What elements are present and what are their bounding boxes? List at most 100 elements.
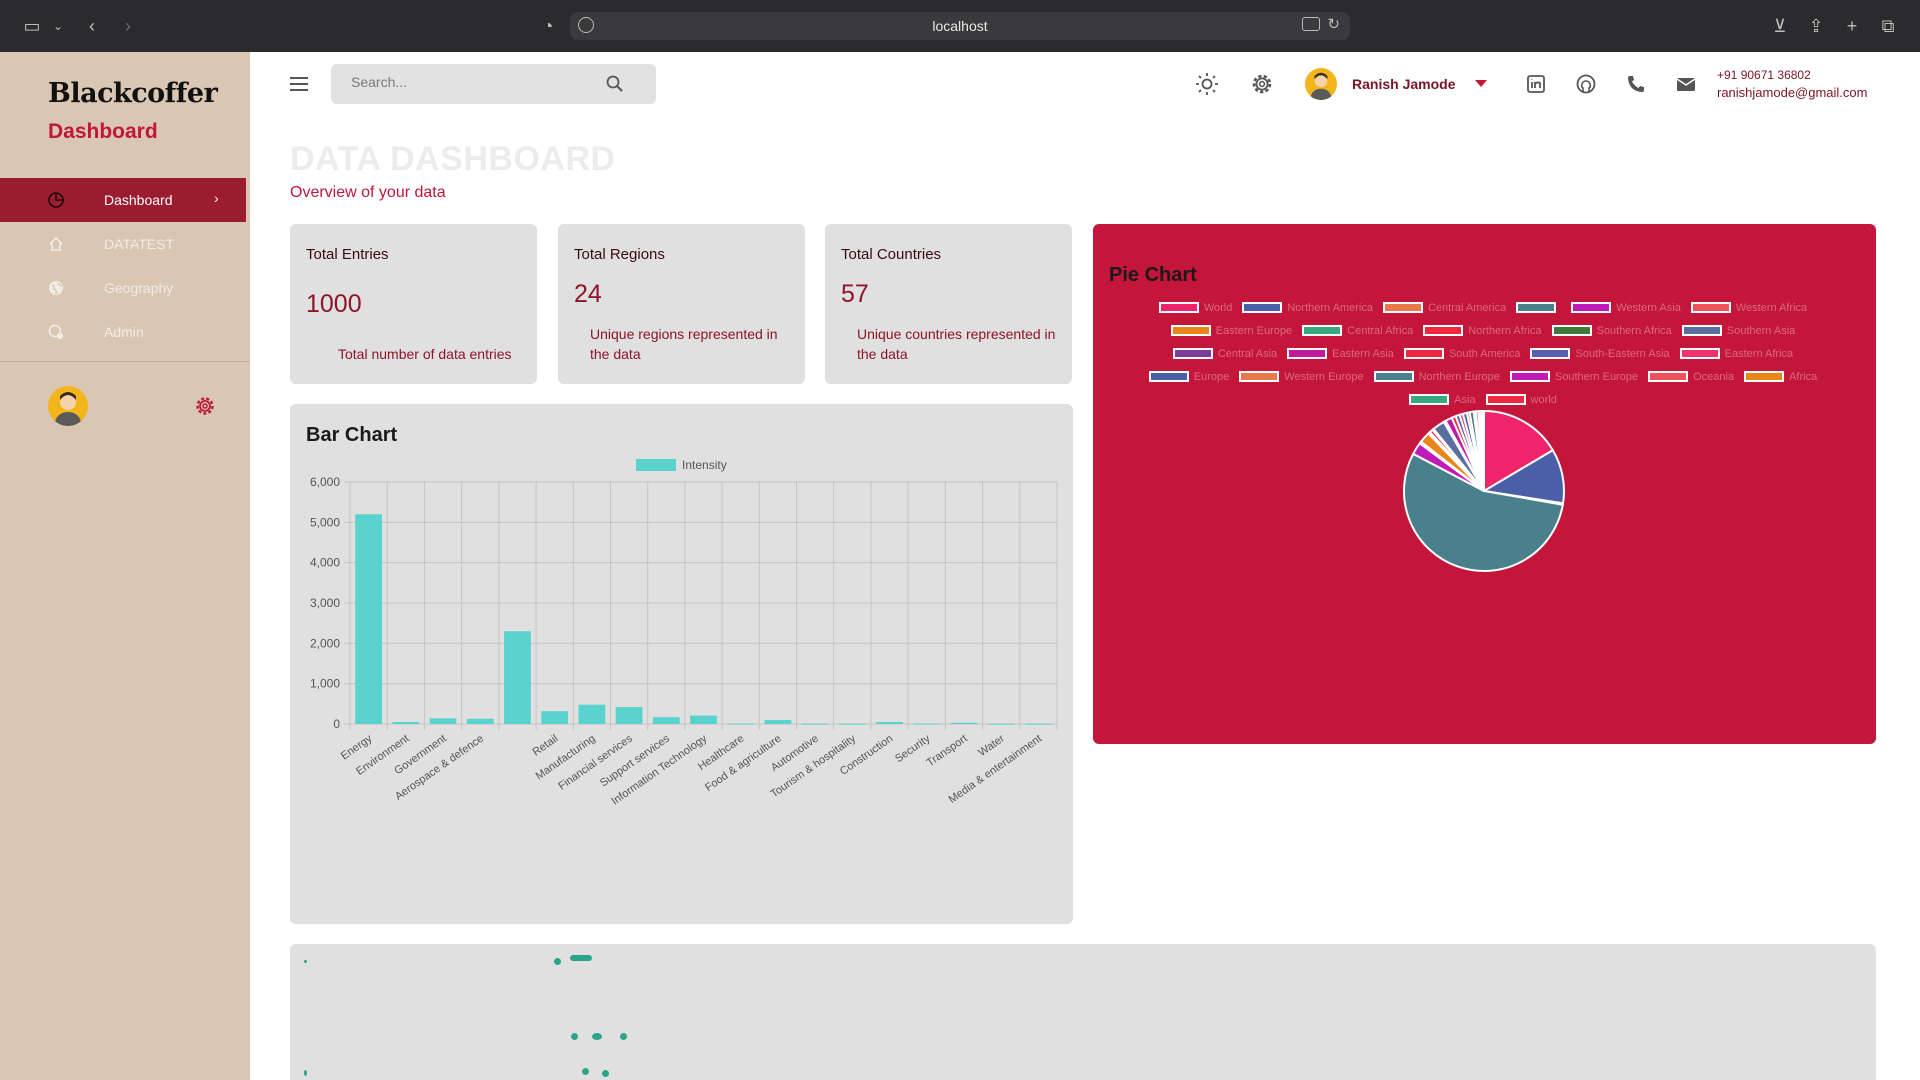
chart-point <box>582 1068 589 1075</box>
page-title: DATA DASHBOARD <box>290 140 616 178</box>
bar[interactable] <box>392 721 420 724</box>
sidebar-nav: Dashboard › DATATEST Geography Admin <box>0 178 246 354</box>
reload-icon[interactable]: ↻ <box>1327 15 1340 33</box>
stat-card-regions: Total Regions 24 Unique regions represen… <box>558 224 805 384</box>
sidebar-divider <box>0 361 250 362</box>
y-tick-label: 2,000 <box>310 636 340 650</box>
sun-icon[interactable] <box>1195 72 1219 96</box>
search-input[interactable] <box>351 74 601 90</box>
bar[interactable] <box>615 707 643 724</box>
new-tab-icon[interactable]: + <box>1840 14 1864 38</box>
user-avatar-icon <box>54 392 82 426</box>
chart-point <box>570 955 592 961</box>
chevron-down-icon[interactable]: ⌄ <box>46 14 70 38</box>
avatar[interactable] <box>48 386 88 426</box>
browser-toolbar: ▭ ⌄ ‹ › ◔ localhost ↻ ⊻ ⇪ + ⧉ <box>0 0 1920 52</box>
y-tick-label: 1,000 <box>310 677 340 691</box>
sidebar-toggle-icon[interactable]: ▭ <box>20 14 44 38</box>
chart-point <box>620 1033 627 1040</box>
page-subtitle: Overview of your data <box>290 184 446 201</box>
gear-icon[interactable] <box>194 395 216 417</box>
bar[interactable] <box>466 718 494 724</box>
bar[interactable] <box>838 723 866 725</box>
bar[interactable] <box>429 718 457 724</box>
github-icon[interactable] <box>1574 72 1598 96</box>
globe-icon <box>49 281 63 295</box>
sidebar-item-dashboard[interactable]: Dashboard › <box>0 178 246 222</box>
linkedin-icon[interactable] <box>1524 72 1548 96</box>
share-icon[interactable]: ⇪ <box>1804 14 1828 38</box>
download-icon[interactable]: ⊻ <box>1768 14 1792 38</box>
stat-card-entries: Total Entries 1000 Total number of data … <box>290 224 537 384</box>
stat-value: 57 <box>841 280 869 308</box>
bar[interactable] <box>987 723 1015 725</box>
stat-title: Total Entries <box>306 246 389 263</box>
stat-description: Unique countries represented in the data <box>857 326 1056 362</box>
gear-icon[interactable] <box>1250 72 1274 96</box>
back-icon[interactable]: ‹ <box>80 14 104 38</box>
contact-info: +91 90671 36802 ranishjamode@gmail.com <box>1717 67 1867 101</box>
bar-legend: Intensity <box>636 458 727 472</box>
address-bar[interactable]: localhost ↻ <box>570 12 1350 40</box>
phone-icon[interactable] <box>1624 72 1648 96</box>
bottom-chart-panel <box>290 944 1876 1080</box>
x-tick-label: Water <box>976 732 1007 759</box>
sidebar-item-label: Geography <box>104 280 174 296</box>
bar[interactable] <box>504 631 531 724</box>
bar[interactable] <box>355 514 383 724</box>
pie-slice[interactable] <box>1481 409 1485 492</box>
pie-chart <box>1403 409 1565 572</box>
chart-point <box>304 960 307 963</box>
bar[interactable] <box>764 719 792 724</box>
brand-logo: Blackcoffer <box>48 78 218 109</box>
sidebar-item-datatest[interactable]: DATATEST <box>0 222 246 266</box>
bar[interactable] <box>876 721 903 724</box>
stat-card-countries: Total Countries 57 Unique countries repr… <box>825 224 1072 384</box>
chevron-right-icon: › <box>214 190 219 206</box>
menu-icon[interactable] <box>290 77 308 91</box>
avatar[interactable] <box>1305 68 1337 100</box>
x-tick-label: Retail <box>530 733 560 759</box>
translate-icon[interactable] <box>1302 17 1320 31</box>
y-tick-label: 5,000 <box>310 515 340 529</box>
bar[interactable] <box>690 715 717 724</box>
pie-chart-panel: Pie Chart World Northern America Central A… <box>1093 224 1876 744</box>
sidebar-item-geography[interactable]: Geography <box>0 266 246 310</box>
tab-overview-icon[interactable]: ⧉ <box>1876 14 1900 38</box>
bar[interactable] <box>652 717 680 724</box>
chart-point <box>304 1070 307 1076</box>
mail-icon[interactable] <box>1674 72 1698 96</box>
bar[interactable] <box>950 722 978 724</box>
privacy-icon[interactable]: ◔ <box>536 14 560 38</box>
stat-description: Total number of data entries <box>338 346 512 362</box>
bar[interactable] <box>578 704 606 724</box>
chart-point <box>571 1033 578 1040</box>
stat-title: Total Countries <box>841 246 942 263</box>
sidebar: Blackcoffer Dashboard Dashboard › DATATE… <box>0 52 250 1080</box>
phone-number[interactable]: +91 90671 36802 <box>1717 67 1867 84</box>
home-icon <box>49 236 63 251</box>
admin-icon <box>48 324 63 339</box>
y-tick-label: 6,000 <box>310 475 340 489</box>
bar[interactable] <box>913 723 941 725</box>
sidebar-item-admin[interactable]: Admin <box>0 310 246 354</box>
email-address[interactable]: ranishjamode@gmail.com <box>1717 84 1867 101</box>
bar[interactable] <box>541 711 569 724</box>
stat-description: Unique regions represented in the data <box>590 326 778 362</box>
stat-value: 1000 <box>306 290 362 318</box>
bar[interactable] <box>727 723 755 725</box>
legend-swatch <box>636 459 676 471</box>
y-tick-label: 0 <box>333 717 340 731</box>
bar-chart: Intensity 0 1,000 2,000 3,000 4,000 5,000 6,000… <box>310 458 1058 808</box>
sidebar-item-label: Admin <box>104 324 144 340</box>
caret-down-icon[interactable] <box>1475 80 1487 87</box>
bar[interactable] <box>801 723 829 725</box>
url-text: localhost <box>932 18 988 34</box>
forward-icon[interactable]: › <box>116 14 140 38</box>
user-avatar-icon <box>1309 72 1333 100</box>
search-icon[interactable] <box>605 74 625 94</box>
user-name[interactable]: Ranish Jamode <box>1352 76 1455 92</box>
sidebar-item-label: DATATEST <box>104 236 174 252</box>
y-tick-label: 3,000 <box>310 596 340 610</box>
bar[interactable] <box>1024 723 1052 725</box>
